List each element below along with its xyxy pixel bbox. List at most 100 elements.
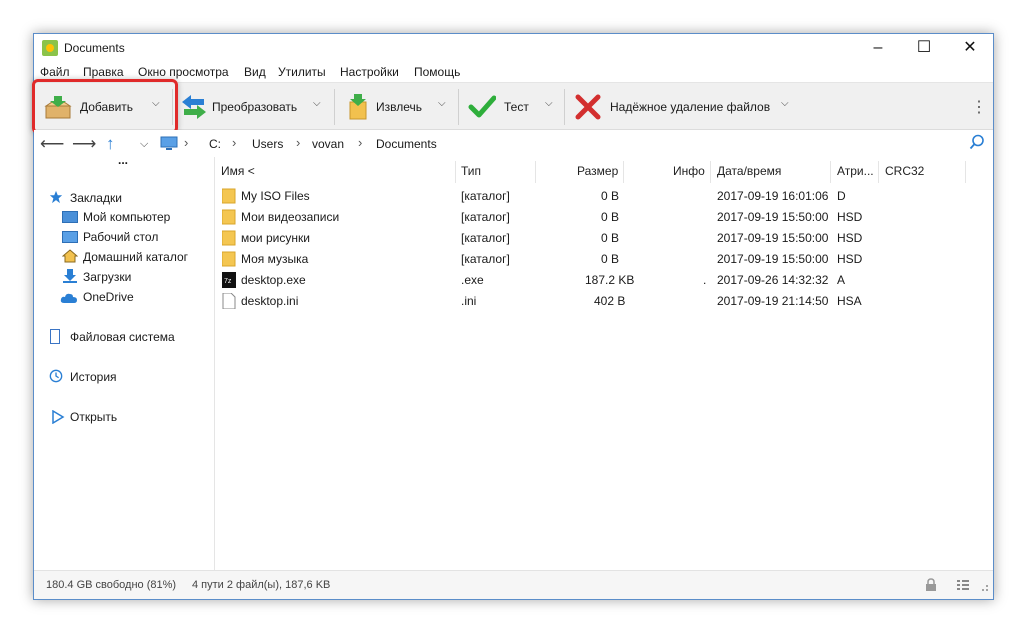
convert-arrows-icon bbox=[182, 95, 206, 119]
file-datetime: 2017-09-19 15:50:00 bbox=[717, 210, 829, 224]
back-arrow-icon[interactable]: ⟵ bbox=[40, 134, 64, 154]
menu-settings[interactable]: Настройки bbox=[340, 65, 399, 79]
toolbar-overflow-icon[interactable]: ⋮ bbox=[971, 97, 987, 117]
file-type: [каталог] bbox=[461, 252, 510, 266]
file-attributes: HSA bbox=[837, 294, 862, 308]
menu-view-window[interactable]: Окно просмотра bbox=[138, 65, 229, 79]
table-row[interactable]: Моя музыка [каталог] 0 B 2017-09-19 15:5… bbox=[215, 249, 993, 270]
red-cross-icon bbox=[575, 94, 601, 120]
file-attributes: A bbox=[837, 273, 846, 287]
view-details-icon[interactable] bbox=[956, 578, 970, 592]
menu-help[interactable]: Помощь bbox=[414, 65, 460, 79]
breadcrumb-user[interactable]: vovan bbox=[312, 137, 344, 151]
column-header-attributes[interactable]: Атри... bbox=[837, 164, 874, 184]
column-divider[interactable] bbox=[623, 161, 624, 183]
sidebar-item-desktop[interactable]: Рабочий стол bbox=[83, 230, 158, 244]
secure-delete-dropdown-caret[interactable]: ⌵ bbox=[781, 98, 789, 109]
menu-view[interactable]: Вид bbox=[244, 65, 266, 79]
bookmarks-label[interactable]: Закладки bbox=[70, 191, 122, 205]
file-attributes: D bbox=[837, 189, 846, 203]
maximize-button[interactable]: ☐ bbox=[901, 34, 947, 62]
breadcrumb-users[interactable]: Users bbox=[252, 137, 283, 151]
extract-button[interactable]: Извлечь ⌵ bbox=[338, 88, 456, 126]
add-dropdown-caret[interactable]: ⌵ bbox=[152, 98, 160, 109]
breadcrumb-drive[interactable]: C: bbox=[209, 137, 221, 151]
file-type: [каталог] bbox=[461, 210, 510, 224]
close-button[interactable]: ✕ bbox=[947, 34, 993, 62]
lock-icon[interactable] bbox=[924, 578, 938, 592]
breadcrumb-separator: › bbox=[232, 135, 237, 150]
file-name: Мои видеозаписи bbox=[241, 210, 340, 224]
folder-icon bbox=[222, 251, 236, 267]
folder-icon bbox=[222, 188, 236, 204]
svg-text:7z: 7z bbox=[224, 278, 232, 285]
sidebar-item-onedrive[interactable]: OneDrive bbox=[83, 290, 134, 304]
table-row[interactable]: My ISO Files [каталог] 0 B 2017-09-19 16… bbox=[215, 186, 993, 207]
sidebar-item-home[interactable]: Домашний каталог bbox=[83, 250, 188, 264]
column-divider[interactable] bbox=[830, 161, 831, 183]
column-divider[interactable] bbox=[455, 161, 456, 183]
file-size: 0 B bbox=[601, 189, 620, 203]
open-label[interactable]: Открыть bbox=[70, 410, 117, 424]
add-label: Добавить bbox=[80, 100, 134, 114]
file-name: desktop.exe bbox=[241, 273, 306, 287]
secure-delete-button[interactable]: Надёжное удаление файлов ⌵ bbox=[568, 88, 798, 126]
computer-icon bbox=[160, 136, 178, 150]
column-divider[interactable] bbox=[535, 161, 536, 183]
minimize-button[interactable]: – bbox=[855, 34, 901, 62]
file-type: .ini bbox=[461, 294, 477, 308]
star-icon bbox=[49, 190, 63, 204]
menu-bar: Файл Правка Окно просмотра Вид Утилиты Н… bbox=[34, 62, 993, 82]
breadcrumb-documents[interactable]: Documents bbox=[376, 137, 437, 151]
menu-file[interactable]: Файл bbox=[40, 65, 70, 79]
test-button[interactable]: Тест ⌵ bbox=[462, 88, 562, 126]
filesystem-label[interactable]: Файловая система bbox=[70, 330, 175, 344]
computer-icon bbox=[62, 211, 78, 223]
file-attributes: HSD bbox=[837, 252, 863, 266]
file-datetime: 2017-09-19 15:50:00 bbox=[717, 231, 829, 245]
history-label[interactable]: История bbox=[70, 370, 117, 384]
search-icon[interactable] bbox=[969, 134, 985, 150]
title-bar: Documents – ☐ ✕ bbox=[34, 34, 993, 62]
column-header-size[interactable]: Размер bbox=[577, 164, 618, 184]
open-triangle-icon bbox=[52, 410, 65, 424]
menu-edit[interactable]: Правка bbox=[83, 65, 124, 79]
add-button[interactable]: Добавить ⌵ bbox=[32, 79, 178, 134]
file-datetime: 2017-09-19 15:50:00 bbox=[717, 252, 829, 266]
onedrive-cloud-icon bbox=[60, 293, 77, 303]
column-divider[interactable] bbox=[878, 161, 879, 183]
forward-arrow-icon[interactable]: ⟶ bbox=[72, 134, 96, 154]
history-dropdown-icon[interactable]: ⌵ bbox=[140, 138, 148, 151]
resize-grip-icon[interactable] bbox=[979, 578, 989, 592]
column-header-name[interactable]: Имя < bbox=[221, 164, 255, 184]
column-divider[interactable] bbox=[710, 161, 711, 183]
toolbar-separator bbox=[564, 89, 565, 125]
convert-dropdown-caret[interactable]: ⌵ bbox=[313, 98, 321, 109]
file-info: . bbox=[703, 273, 707, 287]
column-header-info[interactable]: Инфо bbox=[673, 164, 705, 184]
table-row[interactable]: desktop.ini .ini 402 B 2017-09-19 21:14:… bbox=[215, 291, 993, 312]
extract-dropdown-caret[interactable]: ⌵ bbox=[438, 98, 446, 109]
pane-ellipsis[interactable]: ... bbox=[118, 153, 128, 167]
navigation-pane: ... Закладки Мой компьютер Рабочий стол … bbox=[34, 153, 215, 570]
table-row[interactable]: Мои видеозаписи [каталог] 0 B 2017-09-19… bbox=[215, 207, 993, 228]
test-dropdown-caret[interactable]: ⌵ bbox=[545, 98, 553, 109]
column-divider[interactable] bbox=[965, 161, 966, 183]
column-header-datetime[interactable]: Дата/время bbox=[717, 164, 781, 184]
toolbar-separator bbox=[334, 89, 335, 125]
convert-label: Преобразовать bbox=[212, 100, 298, 114]
table-row[interactable]: 7z desktop.exe .exe 187.2 KB . 2017-09-2… bbox=[215, 270, 993, 291]
sidebar-item-downloads[interactable]: Загрузки bbox=[83, 270, 131, 284]
file-size: 0 B bbox=[601, 252, 620, 266]
file-icon bbox=[222, 293, 236, 309]
menu-tools[interactable]: Утилиты bbox=[278, 65, 326, 79]
app-logo-icon bbox=[42, 40, 58, 56]
up-arrow-icon[interactable]: ↑ bbox=[106, 134, 115, 154]
sidebar-item-my-computer[interactable]: Мой компьютер bbox=[83, 210, 170, 224]
table-row[interactable]: мои рисунки [каталог] 0 B 2017-09-19 15:… bbox=[215, 228, 993, 249]
file-size: 0 B bbox=[601, 210, 620, 224]
column-header-type[interactable]: Тип bbox=[461, 164, 481, 184]
column-header-crc32[interactable]: CRC32 bbox=[885, 164, 924, 184]
file-type: [каталог] bbox=[461, 231, 510, 245]
convert-button[interactable]: Преобразовать ⌵ bbox=[174, 88, 332, 126]
